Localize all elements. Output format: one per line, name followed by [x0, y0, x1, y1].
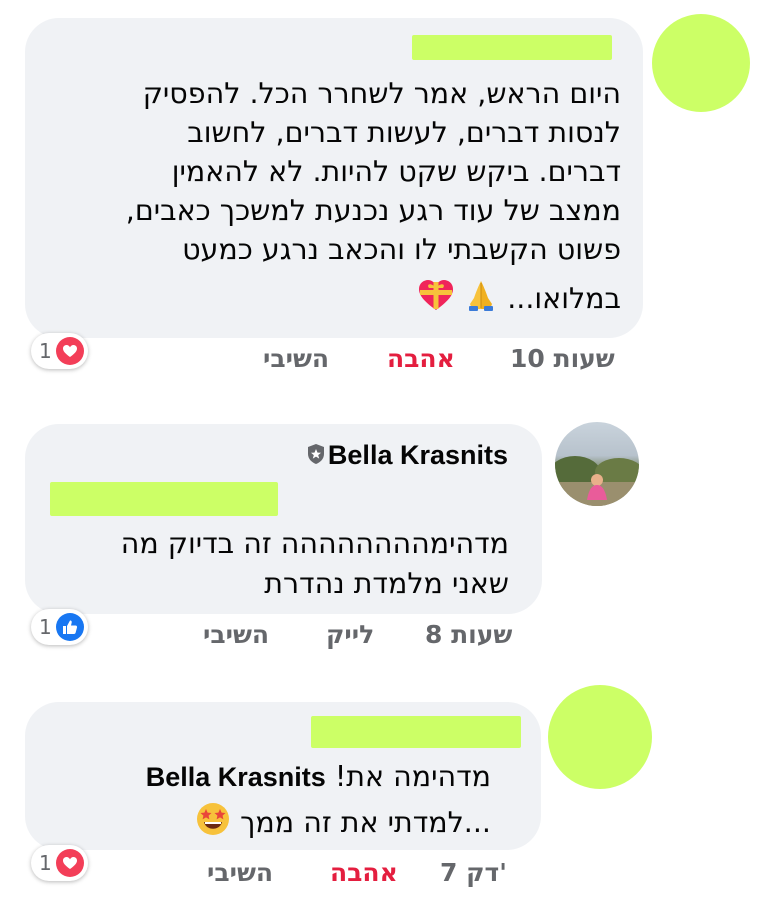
comment-timestamp[interactable]: 8 שעות: [425, 620, 512, 649]
comment-text-line: היום הראש, אמר לשחרר הכל. להפסיק: [142, 77, 621, 110]
reaction-count: 1: [39, 339, 52, 363]
comment-text-line: מדהימה את! Bella Krasnits: [146, 757, 491, 797]
heart-icon: [55, 849, 84, 877]
redacted-author-name[interactable]: [412, 35, 612, 60]
like-button[interactable]: לייק: [326, 620, 374, 649]
comment-text-line: שאני מלמדת נהדרת: [264, 567, 509, 600]
comment-author-row: Bella Krasnits: [306, 440, 508, 472]
comment-text-line: פשוט הקשבתי לו והכאב נרגע כמעט: [182, 233, 621, 266]
comment-bubble: מדהימה את! Bella Krasnits ...למדתי את זה…: [25, 702, 541, 850]
mention-link[interactable]: Bella Krasnits: [146, 758, 326, 797]
thumbs-up-icon: [55, 613, 84, 641]
comment-bubble: היום הראש, אמר לשחרר הכל. להפסיק לנסות ד…: [25, 18, 643, 338]
avatar-redacted[interactable]: [652, 14, 750, 112]
avatar-redacted[interactable]: [548, 685, 652, 789]
comment-text-line: ...למדתי את זה ממך: [195, 801, 491, 847]
comment-text: ...למדתי את זה ממך: [240, 806, 491, 839]
love-reaction-button[interactable]: אהבה: [330, 858, 398, 887]
reply-button[interactable]: השיבי: [263, 344, 329, 373]
reply-button[interactable]: השיבי: [207, 858, 273, 887]
comment-text-line-last: במלואו...: [417, 278, 621, 322]
comment-text: מדהימה את!: [334, 760, 491, 793]
comment-timestamp[interactable]: 7 דק': [440, 858, 507, 887]
comment-text-line: ממצב של עוד רגע נכנעת למשכך כאבים,: [125, 194, 621, 227]
reaction-summary[interactable]: 1: [31, 845, 88, 881]
reaction-summary[interactable]: 1: [31, 609, 88, 645]
comment-bubble: Bella Krasnits מדהימהההההההה זה בדיוק מה…: [25, 424, 542, 614]
reaction-count: 1: [39, 615, 52, 639]
admin-shield-icon: [306, 441, 328, 472]
comment-text-line: לנסות דברים, לעשות דברים, לחשוב: [187, 116, 621, 149]
comment-text-line: דברים. ביקש שקט להיות. לא להאמין: [171, 155, 621, 188]
reaction-summary[interactable]: 1: [31, 333, 88, 369]
comment-text-line: מדהימהההההההה זה בדיוק מה: [120, 527, 509, 560]
avatar[interactable]: [555, 422, 639, 506]
gift-heart-icon: [417, 278, 455, 322]
heart-icon: [55, 337, 84, 365]
comment-text: במלואו...: [507, 282, 621, 315]
reaction-count: 1: [39, 851, 52, 875]
folded-hands-icon: [464, 278, 498, 322]
reply-button[interactable]: השיבי: [203, 620, 269, 649]
redacted-author-name[interactable]: [311, 716, 521, 748]
redacted-mention[interactable]: [50, 482, 278, 516]
comment-author-name[interactable]: Bella Krasnits: [328, 440, 508, 470]
comment-timestamp[interactable]: 10 שעות: [510, 344, 615, 373]
star-struck-icon: [195, 801, 231, 847]
love-reaction-button[interactable]: אהבה: [387, 344, 455, 373]
